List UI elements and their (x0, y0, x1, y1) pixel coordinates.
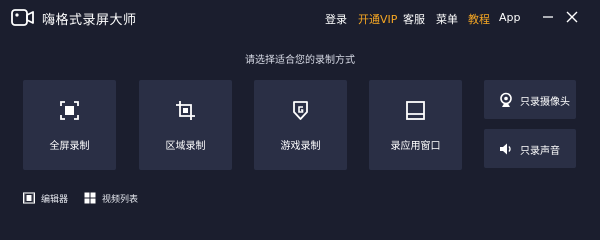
menu-link[interactable]: 菜单 (436, 11, 458, 27)
film-editor-icon (23, 192, 35, 204)
crop-region-icon (176, 101, 195, 120)
speaker-icon (500, 143, 511, 155)
webcam-only-label: 只录摄像头 (520, 97, 570, 108)
customer-service-link[interactable]: 客服 (403, 11, 425, 27)
game-record-button[interactable]: 游戏录制 (254, 80, 347, 170)
fullscreen-icon (60, 101, 79, 120)
game-shield-icon (293, 101, 308, 120)
close-icon[interactable] (565, 10, 579, 24)
video-list-label: 视频列表 (102, 195, 139, 205)
audio-only-button[interactable]: 只录声音 (484, 129, 576, 168)
login-link[interactable]: 登录 (325, 11, 347, 27)
minimize-icon[interactable] (541, 10, 555, 24)
fullscreen-record-label: 全屏录制 (49, 141, 90, 152)
webcam-only-button[interactable]: 只录摄像头 (484, 80, 576, 119)
app-title: 嗨格式录屏大师 (42, 13, 137, 28)
grid-list-icon (84, 192, 96, 204)
editor-label: 编辑器 (41, 195, 69, 205)
webcam-icon (500, 92, 512, 107)
tutorial-link[interactable]: 教程 (468, 11, 490, 27)
region-record-label: 区域录制 (165, 141, 206, 152)
app-window-record-button[interactable]: 录应用窗口 (369, 80, 462, 170)
game-record-label: 游戏录制 (280, 141, 321, 152)
title-bar: 嗨格式录屏大师 登录 开通VIP 客服 菜单 教程 App (0, 0, 600, 36)
region-record-button[interactable]: 区域录制 (139, 80, 232, 170)
mode-prompt: 请选择适合您的录制方式 (245, 55, 355, 66)
open-vip-link[interactable]: 开通VIP (358, 11, 397, 27)
app-link[interactable]: App (499, 11, 521, 24)
app-window-icon (406, 101, 425, 120)
camera-logo-icon (11, 9, 34, 26)
app-window-record-label: 录应用窗口 (390, 141, 441, 152)
fullscreen-record-button[interactable]: 全屏录制 (23, 80, 116, 170)
audio-only-label: 只录声音 (520, 146, 560, 157)
